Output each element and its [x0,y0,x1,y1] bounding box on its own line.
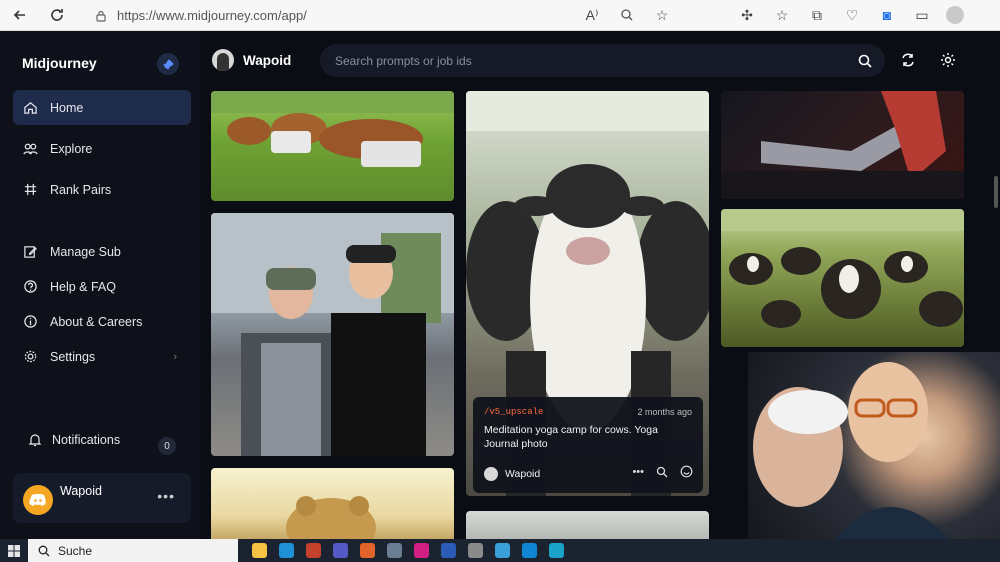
robot-image [721,91,964,199]
taskbar-search[interactable]: Suche [28,539,238,562]
user-name: Wapoid [60,484,102,498]
sidebar-item-label: Home [50,100,84,115]
bell-icon [28,434,42,447]
image-card-bear[interactable] [211,468,454,539]
app-pink-icon[interactable] [414,543,429,558]
sidebar-item-label: Help & FAQ [50,279,116,294]
chevron-right-icon: › [173,350,177,363]
help-icon [24,280,37,293]
emoji-icon[interactable] [680,465,693,478]
taskbar-search-label: Suche [58,543,93,558]
bear-image [286,496,376,539]
avatar [484,467,498,481]
sidebar-item-explore[interactable]: Explore [13,131,191,166]
browser-toolbar: https://www.midjourney.com/app/ A⁾ ☆ ✣ ☆… [0,0,1000,31]
sidebar-item-manage-sub[interactable]: Manage Sub [13,234,191,269]
read-aloud-icon[interactable]: A⁾ [581,4,603,26]
powerpoint-icon[interactable] [306,543,321,558]
search-icon [38,545,50,556]
sidebar-item-label: Manage Sub [50,244,121,259]
sidebar-item-label: Rank Pairs [50,182,112,197]
search-input[interactable]: Search prompts or job ids [320,44,885,77]
teens-image [211,213,454,456]
job-timestamp: 2 months ago [637,407,692,417]
refresh-feed-icon[interactable] [897,49,919,71]
rank-icon [24,183,37,196]
image-card-lower[interactable] [466,511,709,539]
security-icon[interactable] [387,543,402,558]
edit-icon [24,246,37,258]
teams-icon[interactable] [333,543,348,558]
compass-icon [23,143,38,155]
pin-icon[interactable] [157,53,179,75]
sidebar-item-label: Explore [50,141,93,156]
app-blue-icon[interactable] [495,543,510,558]
image-card-teens[interactable] [211,213,454,456]
more-options-icon[interactable]: ••• [157,488,175,504]
refresh-icon[interactable] [46,4,68,26]
sidebar-item-rank-pairs[interactable]: Rank Pairs [13,172,191,207]
word-icon[interactable] [441,543,456,558]
tabs-icon[interactable]: ▭ [911,4,933,26]
theme-toggle-icon[interactable] [937,49,959,71]
gear-icon [24,350,37,363]
image-info-popover[interactable]: /v5_upscale 2 months ago Meditation yoga… [473,397,703,493]
avatar[interactable] [212,49,234,71]
search-icon[interactable] [656,466,668,478]
more-options-icon[interactable]: ••• [632,466,644,478]
edge-icon[interactable] [279,543,294,558]
collections-icon[interactable]: ⧉ [806,4,828,26]
heart-icon[interactable]: ♡ [841,4,863,26]
job-user[interactable]: Wapoid [484,467,540,481]
top-bar: Wapoid Search prompts or job ids [200,31,1000,91]
info-icon [24,315,37,328]
image-card-robot[interactable] [721,91,964,199]
zoom-icon[interactable] [616,4,638,26]
sidebar: Midjourney Home Explore Rank Pairs Manag… [0,31,200,539]
address-bar[interactable]: https://www.midjourney.com/app/ [95,5,307,26]
screen: { "browser": { "url": "https://www.midjo… [0,0,1000,562]
search-icon[interactable] [857,53,873,69]
brand-title: Midjourney [22,55,97,71]
home-icon [24,102,37,114]
edge-extension-icon[interactable]: ◙ [876,4,898,26]
url-text: https://www.midjourney.com/app/ [117,8,307,23]
notifications-item[interactable]: Notifications [28,433,120,447]
webcam-overlay [748,352,1000,562]
image-card-cow-herd[interactable] [721,209,964,347]
sidebar-item-home[interactable]: Home [13,90,191,125]
favorites-icon[interactable]: ☆ [771,4,793,26]
sidebar-item-settings[interactable]: Settings › [13,339,191,374]
edge-dev-icon[interactable] [549,543,564,558]
job-user-name: Wapoid [505,468,541,480]
windows-start-icon[interactable] [0,539,28,562]
top-username[interactable]: Wapoid [243,53,291,68]
file-explorer-icon[interactable] [252,543,267,558]
search-placeholder: Search prompts or job ids [335,54,472,68]
app-gray-icon[interactable] [468,543,483,558]
favorite-star-icon[interactable]: ☆ [651,4,673,26]
discord-icon [23,485,53,515]
ie-icon[interactable] [522,543,537,558]
presenter-image [753,362,968,562]
sidebar-item-help[interactable]: Help & FAQ [13,269,191,304]
cows-image [211,91,454,167]
firefox-icon[interactable] [360,543,375,558]
sidebar-item-label: About & Careers [50,314,143,329]
job-tag: /v5_upscale [484,407,544,417]
notifications-count-badge: 0 [158,437,176,455]
image-card-cows-yoga[interactable] [211,91,454,201]
back-icon[interactable] [9,4,31,26]
extensions-icon[interactable]: ✣ [736,4,758,26]
job-prompt: Meditation yoga camp for cows. Yoga Jour… [484,424,658,450]
sidebar-item-label: Settings [50,349,96,364]
notifications-label: Notifications [52,433,121,447]
taskbar: Suche [0,539,1000,562]
user-card[interactable]: Wapoid ••• [13,473,191,523]
lock-icon [96,10,106,22]
scrollbar[interactable] [994,176,998,208]
sidebar-item-about[interactable]: About & Careers [13,304,191,339]
profile-avatar[interactable] [946,6,964,24]
herd-image [721,209,964,328]
